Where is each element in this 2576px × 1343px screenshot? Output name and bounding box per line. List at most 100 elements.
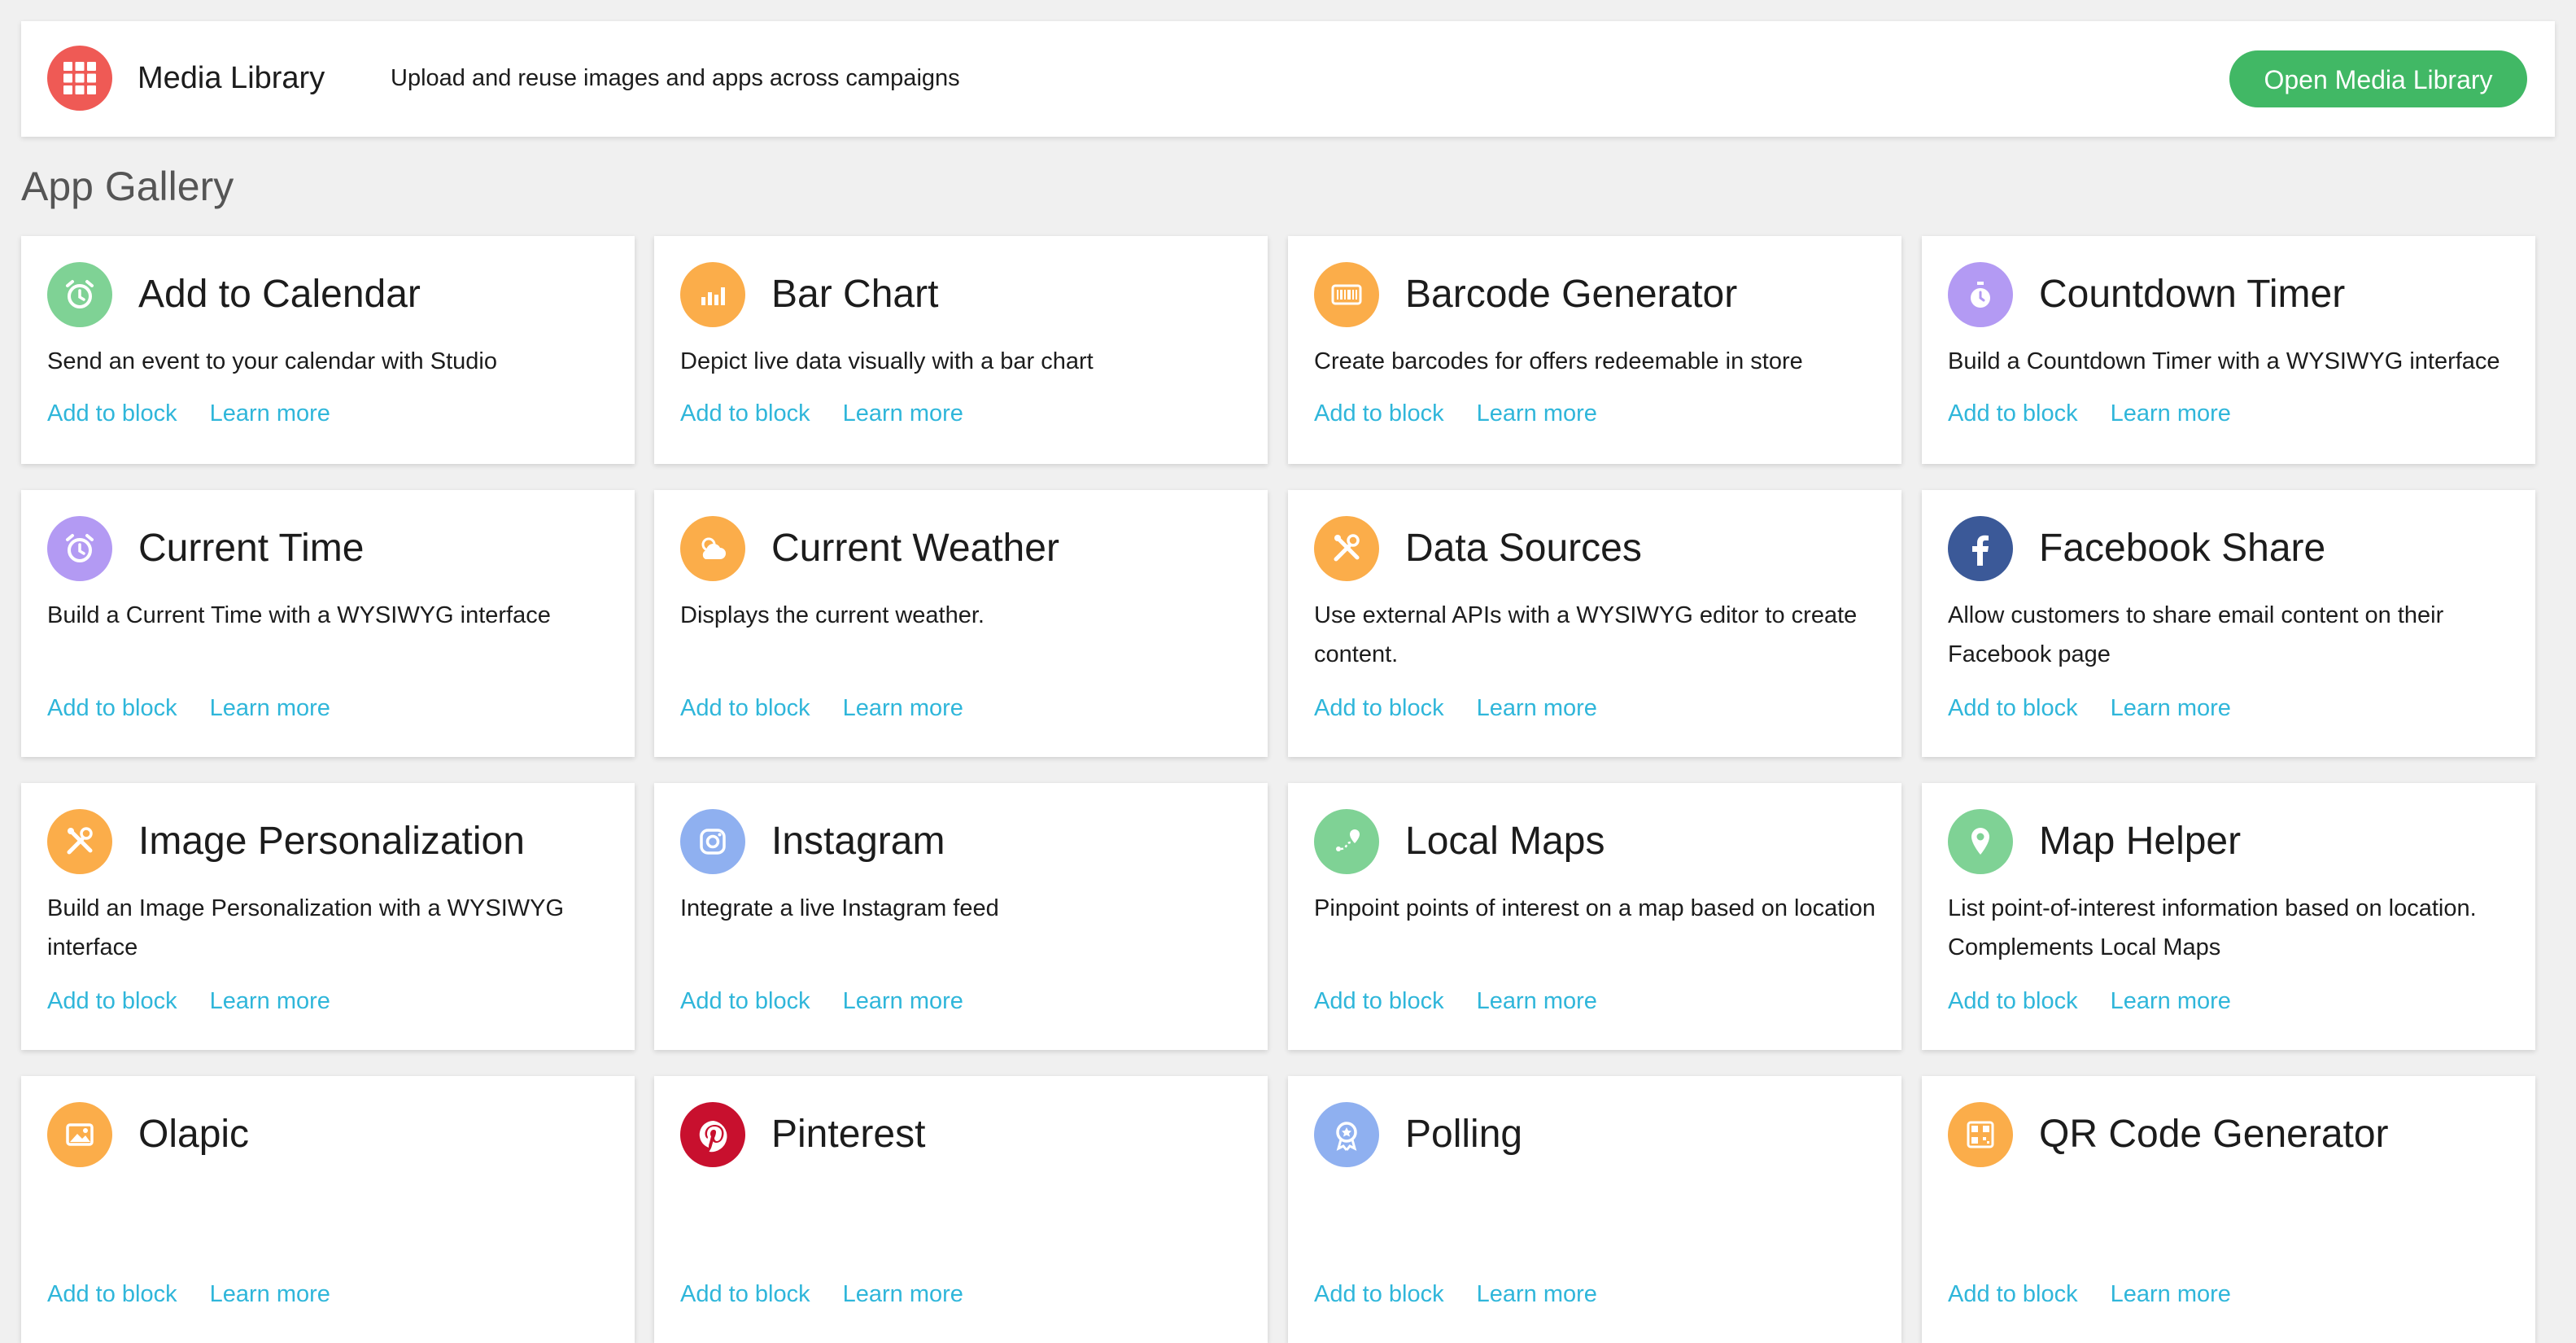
add-to-block-link[interactable]: Add to block — [1314, 695, 1444, 721]
app-card: Current Weather Displays the current weat… — [654, 490, 1268, 757]
app-links: Add to block Learn more — [1948, 985, 2231, 1017]
learn-more-link[interactable]: Learn more — [1477, 695, 1597, 721]
open-media-library-button[interactable]: Open Media Library — [2229, 50, 2527, 107]
app-card: Bar Chart Depict live data visually with … — [654, 236, 1268, 464]
app-links: Add to block Learn more — [1948, 692, 2231, 724]
qr-code-icon — [1948, 1102, 2013, 1167]
app-card: Polling Add to block Learn more — [1288, 1076, 1901, 1343]
app-links: Add to block Learn more — [1314, 985, 1597, 1017]
app-description: Allow customers to share email content o… — [1948, 602, 2444, 667]
learn-more-link[interactable]: Learn more — [1477, 400, 1597, 427]
learn-more-link[interactable]: Learn more — [2111, 400, 2231, 427]
facebook-icon — [1948, 516, 2013, 581]
app-links: Add to block Learn more — [1948, 1278, 2231, 1310]
app-description: Displays the current weather. — [680, 602, 985, 628]
badge-icon — [1314, 1102, 1379, 1167]
instagram-icon — [680, 809, 745, 874]
app-card: Map Helper List point-of-interest informa… — [1922, 783, 2535, 1050]
app-links: Add to block Learn more — [1948, 397, 2231, 430]
add-to-block-link[interactable]: Add to block — [680, 400, 810, 427]
app-card: Barcode Generator Create barcodes for off… — [1288, 236, 1901, 464]
add-to-block-link[interactable]: Add to block — [47, 695, 177, 721]
media-library-bar: Media Library Upload and reuse images an… — [21, 21, 2555, 137]
app-title: Instagram — [771, 820, 945, 863]
media-library-description: Upload and reuse images and apps across … — [391, 65, 960, 91]
app-description: Create barcodes for offers redeemable in… — [1314, 348, 1803, 374]
app-card: Olapic Add to block Learn more — [21, 1076, 635, 1343]
add-to-block-link[interactable]: Add to block — [1948, 1281, 2078, 1307]
app-title: Polling — [1405, 1113, 1523, 1156]
learn-more-link[interactable]: Learn more — [843, 988, 963, 1014]
app-card: Pinterest Add to block Learn more — [654, 1076, 1268, 1343]
app-card: Image Personalization Build an Image Pers… — [21, 783, 635, 1050]
app-card: Current Time Build a Current Time with a … — [21, 490, 635, 757]
learn-more-link[interactable]: Learn more — [210, 400, 330, 427]
pinterest-icon — [680, 1102, 745, 1167]
app-title: Data Sources — [1405, 527, 1642, 570]
learn-more-link[interactable]: Learn more — [1477, 1281, 1597, 1307]
app-links: Add to block Learn more — [1314, 692, 1597, 724]
tools-icon — [47, 809, 112, 874]
learn-more-link[interactable]: Learn more — [2111, 695, 2231, 721]
learn-more-link[interactable]: Learn more — [843, 400, 963, 427]
app-card: Countdown Timer Build a Countdown Timer w… — [1922, 236, 2535, 464]
app-card: QR Code Generator Add to block Learn more — [1922, 1076, 2535, 1343]
app-card: Add to Calendar Send an event to your cal… — [21, 236, 635, 464]
app-links: Add to block Learn more — [680, 692, 963, 724]
app-description: Pinpoint points of interest on a map bas… — [1314, 895, 1876, 921]
app-title: QR Code Generator — [2039, 1113, 2389, 1156]
add-to-block-link[interactable]: Add to block — [680, 695, 810, 721]
learn-more-link[interactable]: Learn more — [2111, 1281, 2231, 1307]
app-links: Add to block Learn more — [47, 985, 330, 1017]
app-card: Facebook Share Allow customers to share e… — [1922, 490, 2535, 757]
learn-more-link[interactable]: Learn more — [210, 695, 330, 721]
app-description: Depict live data visually with a bar cha… — [680, 348, 1094, 374]
learn-more-link[interactable]: Learn more — [843, 695, 963, 721]
learn-more-link[interactable]: Learn more — [843, 1281, 963, 1307]
map-pin-icon — [1948, 809, 2013, 874]
app-card: Data Sources Use external APIs with a WYS… — [1288, 490, 1901, 757]
app-title: Countdown Timer — [2039, 273, 2346, 316]
add-to-block-link[interactable]: Add to block — [1948, 400, 2078, 427]
app-links: Add to block Learn more — [47, 1278, 330, 1310]
app-links: Add to block Learn more — [47, 397, 330, 430]
app-title: Bar Chart — [771, 273, 939, 316]
add-to-block-link[interactable]: Add to block — [1948, 988, 2078, 1014]
grid-icon — [47, 46, 112, 111]
add-to-block-link[interactable]: Add to block — [47, 1281, 177, 1307]
barcode-icon — [1314, 262, 1379, 327]
app-title: Map Helper — [2039, 820, 2242, 863]
learn-more-link[interactable]: Learn more — [1477, 988, 1597, 1014]
page: Media Library Upload and reuse images an… — [0, 0, 2576, 1343]
learn-more-link[interactable]: Learn more — [2111, 988, 2231, 1014]
app-title: Barcode Generator — [1405, 273, 1738, 316]
route-icon — [1314, 809, 1379, 874]
add-to-block-link[interactable]: Add to block — [1314, 988, 1444, 1014]
app-description: List point-of-interest information based… — [1948, 895, 2477, 960]
app-title: Facebook Share — [2039, 527, 2326, 570]
weather-icon — [680, 516, 745, 581]
add-to-block-link[interactable]: Add to block — [680, 988, 810, 1014]
add-to-block-link[interactable]: Add to block — [1948, 695, 2078, 721]
app-description: Build a Countdown Timer with a WYSIWYG i… — [1948, 348, 2500, 374]
app-card: Instagram Integrate a live Instagram feed… — [654, 783, 1268, 1050]
add-to-block-link[interactable]: Add to block — [47, 400, 177, 427]
app-gallery-title: App Gallery — [21, 164, 234, 209]
learn-more-link[interactable]: Learn more — [210, 1281, 330, 1307]
bar-chart-icon — [680, 262, 745, 327]
app-card: Local Maps Pinpoint points of interest on… — [1288, 783, 1901, 1050]
add-to-block-link[interactable]: Add to block — [1314, 1281, 1444, 1307]
image-icon — [47, 1102, 112, 1167]
stopwatch-icon — [1948, 262, 2013, 327]
add-to-block-link[interactable]: Add to block — [47, 988, 177, 1014]
app-links: Add to block Learn more — [680, 397, 963, 430]
app-title: Current Weather — [771, 527, 1059, 570]
app-title: Image Personalization — [138, 820, 525, 863]
learn-more-link[interactable]: Learn more — [210, 988, 330, 1014]
app-title: Pinterest — [771, 1113, 926, 1156]
app-description: Send an event to your calendar with Stud… — [47, 348, 497, 374]
app-description: Integrate a live Instagram feed — [680, 895, 999, 921]
add-to-block-link[interactable]: Add to block — [1314, 400, 1444, 427]
add-to-block-link[interactable]: Add to block — [680, 1281, 810, 1307]
app-description: Build an Image Personalization with a WY… — [47, 895, 565, 960]
